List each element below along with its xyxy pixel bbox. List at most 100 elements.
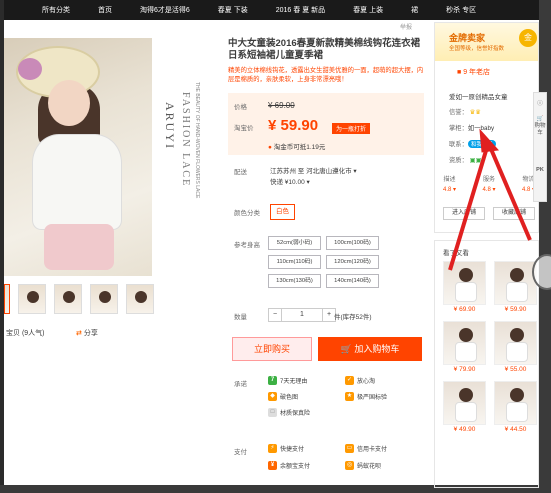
coin-text: 淘金币可抵1.19元: [273, 144, 326, 151]
also-viewed-item[interactable]: ¥ 55.00: [494, 321, 537, 377]
thumbnail[interactable]: [54, 284, 82, 314]
nav-item-promo[interactable]: 淘得6才是活得6: [126, 5, 204, 15]
also-viewed-item[interactable]: ¥ 79.90: [443, 321, 486, 377]
item-price: ¥ 55.00: [504, 366, 527, 373]
cart-tool[interactable]: 🛒 购物车: [534, 116, 546, 137]
also-viewed-item[interactable]: ¥ 44.50: [494, 381, 537, 437]
add-to-cart-button[interactable]: 🛒 加入购物车: [318, 337, 422, 361]
cart-icon: 🛒: [340, 344, 352, 354]
nav-item-new[interactable]: 2016 春 夏 新品: [262, 5, 339, 15]
shield-icon: ✓: [345, 376, 354, 385]
also-viewed-item[interactable]: ¥ 59.90: [494, 261, 537, 317]
also-viewed-item[interactable]: ¥ 49.90: [443, 381, 486, 437]
nav-item-tops[interactable]: 春夏 上装: [339, 5, 397, 15]
color-option-white[interactable]: 白色: [270, 204, 295, 220]
size-option[interactable]: 120cm(120码): [326, 255, 379, 269]
quantity-minus-button[interactable]: −: [268, 308, 282, 322]
size-option[interactable]: 100cm(100码): [326, 236, 379, 250]
delivery-label: 配送: [234, 169, 247, 176]
payment-item[interactable]: ▭ 信用卡支付: [345, 444, 418, 453]
payment-item[interactable]: ◎ 蚂蚁花呗: [345, 461, 418, 470]
favorite-count[interactable]: 宝贝 (9人气): [6, 328, 45, 338]
also-viewed-grid: ¥ 69.90 ¥ 59.90 ¥ 79.90 ¥ 55.00 ¥ 49.90 …: [443, 261, 537, 437]
size-option[interactable]: 110cm(110码): [268, 255, 321, 269]
thumbnail[interactable]: [4, 284, 10, 314]
also-viewed-panel: 看了又看 ¥ 69.90 ¥ 59.90 ¥ 79.90 ¥ 55.00 ¥ 4…: [434, 240, 539, 488]
info-icon[interactable]: ⓘ: [534, 101, 546, 108]
shop-seller: 掌柜：如一baby: [449, 125, 495, 132]
enter-shop-button[interactable]: 进入店铺: [443, 207, 485, 220]
payment-item[interactable]: ¥ 余额宝支付: [268, 461, 341, 470]
thumbnail-strip: [4, 284, 164, 314]
also-viewed-item[interactable]: ¥ 69.90: [443, 261, 486, 317]
seven-day-icon: 7: [268, 376, 277, 385]
delivery-express[interactable]: 快递 ¥10.00 ▾: [270, 177, 357, 188]
promise-item[interactable]: ✓ 放心淘: [345, 376, 418, 385]
quantity-input[interactable]: 1: [282, 308, 322, 322]
score-service: 服务 4.8 ▾: [482, 177, 496, 193]
payment-list: ⚡ 快捷支付 ▭ 信用卡支付 ¥ 余额宝支付 ◎ 蚂蚁花呗: [268, 444, 418, 470]
nav-item-all[interactable]: 所有分类: [4, 5, 84, 15]
shop-card: 金牌卖家 全国等级，信誉好指数 金 ■ 9 年老店 爱如一原创精品女童 信誉： …: [434, 22, 539, 233]
quantity-stepper: − 1 +: [268, 308, 336, 322]
price-label: 价格: [234, 104, 247, 111]
payment-label: 支付: [234, 449, 247, 456]
collect-shop-button[interactable]: 收藏店铺: [493, 207, 535, 220]
promise-item[interactable]: ◆ 破色图: [268, 392, 341, 401]
add-to-cart-label: 加入购物车: [354, 344, 400, 354]
report-link[interactable]: 举报: [400, 22, 412, 31]
color-label: 颜色分类: [234, 210, 260, 217]
contact-seller-button[interactable]: 和我联系: [467, 140, 496, 148]
shop-contact: 联系： 和我联系: [449, 139, 496, 148]
shop-scores: 描述 4.8 ▾ 服务 4.8 ▾ 物流 4.8 ▾: [443, 175, 535, 195]
delivery-route[interactable]: 江苏苏州 至 河北唐山遵化市 ▾: [270, 166, 357, 177]
shop-name[interactable]: 爱如一原创精品女童: [449, 91, 508, 101]
medal-icon: 金: [519, 29, 537, 47]
top-nav: 所有分类 首页 淘得6才是活得6 春夏 下装 2016 春 夏 新品 春夏 上装…: [4, 0, 539, 20]
quantity-label: 数量: [234, 314, 247, 321]
brand-small-text: THE BEAUTY OF HAND-WOVEN FLOWERS LACE: [194, 82, 200, 199]
thumbnail[interactable]: [18, 284, 46, 314]
size-option[interactable]: 140cm(140码): [326, 274, 379, 288]
promise-item[interactable]: 7 7天无理由: [268, 376, 341, 385]
buy-now-button[interactable]: 立即购买: [232, 337, 312, 361]
nav-item-home[interactable]: 首页: [84, 5, 126, 15]
tmall-t-icon: ■: [457, 69, 462, 76]
promo-tag[interactable]: 为一瓶打折: [332, 123, 371, 134]
credit-card-icon: ▭: [345, 444, 354, 453]
item-price: ¥ 69.90: [453, 306, 476, 313]
share-button[interactable]: ⇄ 分享: [76, 328, 98, 338]
also-viewed-title: 看了又看: [443, 250, 469, 257]
size-options: 52cm(弱小码) 100cm(100码) 110cm(110码) 120cm(…: [268, 236, 380, 288]
material-icon: □: [268, 408, 277, 417]
brand-name: ARUYI: [163, 102, 177, 150]
size-option[interactable]: 130cm(130码): [268, 274, 321, 288]
cart-tool-icon: 🛒: [536, 116, 544, 122]
shop-years: ■ 9 年老店: [457, 69, 491, 76]
price-panel: 价格 ¥ 69.00 淘宝价 ¥ 59.90 为一瓶打折 ● 淘金币可抵1.19…: [228, 93, 424, 155]
nav-item-bottoms[interactable]: 春夏 下装: [204, 5, 262, 15]
promise-label: 承诺: [234, 381, 247, 388]
promise-item[interactable]: □ 材质保真险: [268, 408, 341, 417]
promise-list: 7 7天无理由 ✓ 放心淘 ◆ 破色图 ★ 极严国标验 □ 材质保真险: [268, 376, 418, 417]
item-price: ¥ 79.90: [453, 366, 476, 373]
payment-item[interactable]: ⚡ 快捷支付: [268, 444, 341, 453]
thumbnail[interactable]: [90, 284, 118, 314]
nav-item-skirts[interactable]: 裙: [397, 5, 432, 15]
product-subtitle: 精美的立体棉线钩花，透露出女生甜美优雅的一面，超萌的超大摆，内层是棉质的，亲肤柔…: [228, 67, 424, 83]
size-option[interactable]: 52cm(弱小码): [268, 236, 321, 250]
pk-tool[interactable]: PK: [534, 167, 546, 174]
product-title: 中大女童装2016春夏新款精美棉线钩花连衣裙日系短袖裙儿童夏季裙: [228, 38, 421, 61]
item-price: ¥ 59.90: [504, 306, 527, 313]
quality-icon: ▣▣: [469, 157, 482, 164]
thumbnail[interactable]: [126, 284, 154, 314]
product-thumb: [443, 321, 486, 365]
main-product-image[interactable]: [4, 38, 152, 276]
promise-item[interactable]: ★ 极严国标验: [345, 392, 418, 401]
nav-item-flash-sale[interactable]: 秒杀 专区: [432, 5, 490, 15]
share-label: 分享: [83, 330, 98, 337]
shop-credit: 信誉： ♛♛: [449, 109, 481, 116]
seller-name[interactable]: 如一baby: [468, 125, 494, 132]
yuebao-icon: ¥: [268, 461, 277, 470]
item-price: ¥ 44.50: [504, 426, 527, 433]
